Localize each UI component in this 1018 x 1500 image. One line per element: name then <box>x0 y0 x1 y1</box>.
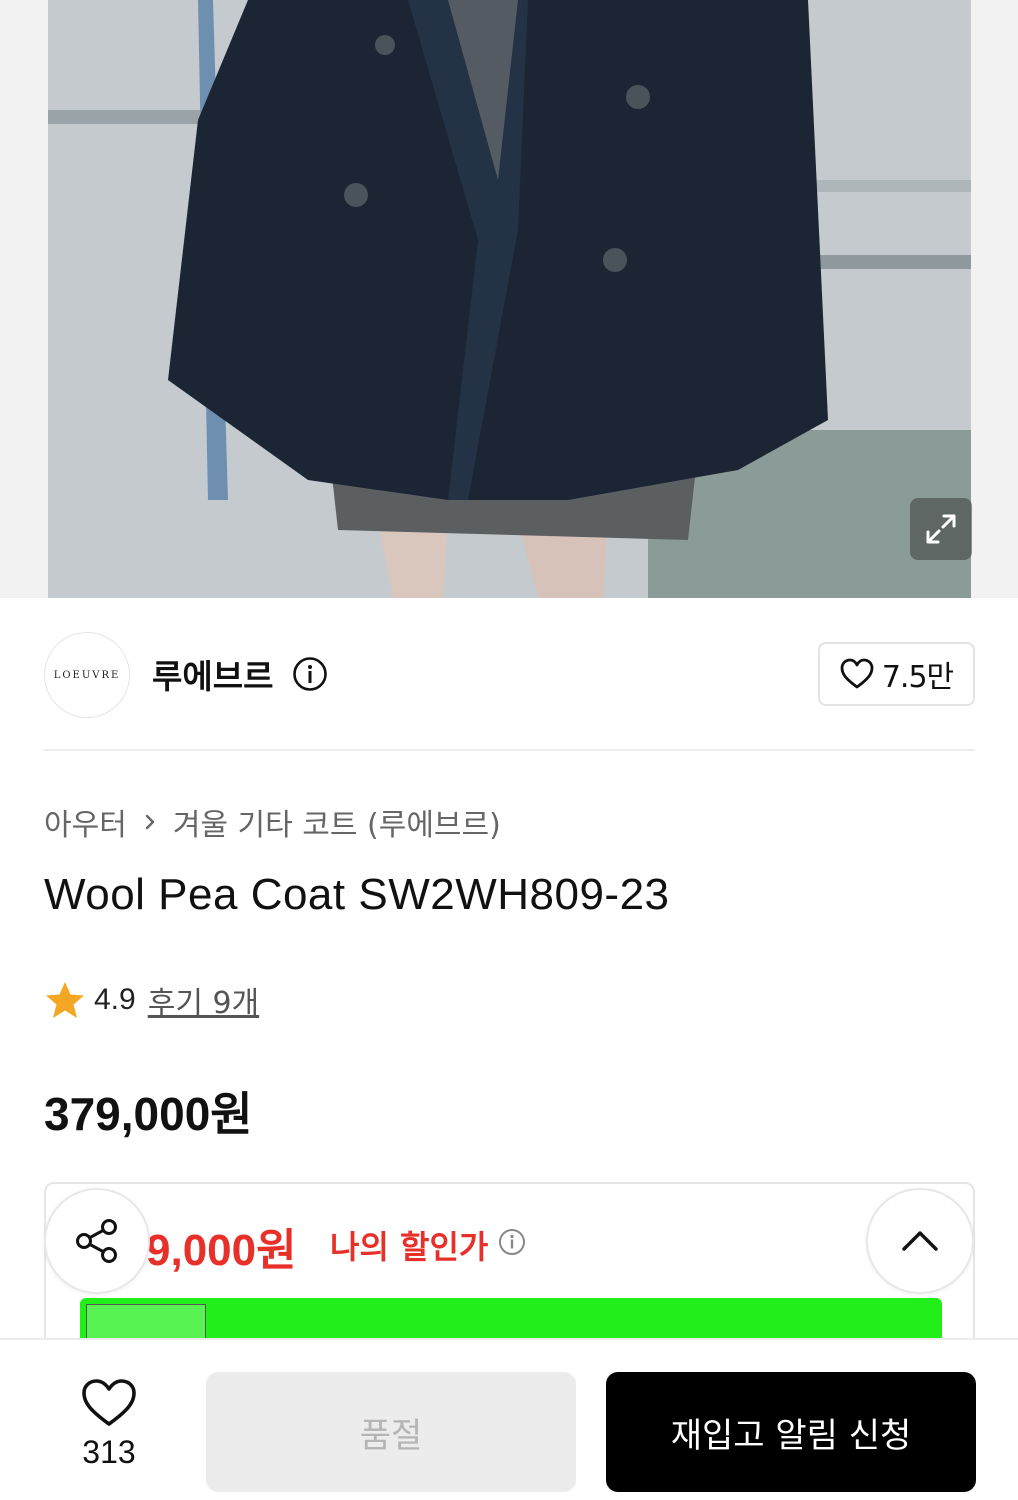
discount-label: 나의 할인가 <box>330 1228 489 1266</box>
share-button[interactable] <box>44 1188 150 1294</box>
brand-row: LOEUVRE 루에브르 7.5만 <box>44 630 975 718</box>
rating-value: 4.9 <box>94 983 136 1016</box>
coat-illustration <box>48 0 971 598</box>
expand-image-button[interactable] <box>910 498 972 560</box>
chevron-up-icon <box>902 1231 938 1251</box>
heart-icon <box>840 658 874 689</box>
product-price: 379,000원 <box>44 1088 253 1140</box>
rating-row: 4.9 후기 9개 <box>44 978 259 1022</box>
expand-icon <box>926 514 956 544</box>
review-link[interactable]: 후기 9개 <box>148 978 259 1022</box>
wishlist-button[interactable]: 313 <box>62 1378 156 1471</box>
share-icon <box>76 1219 117 1263</box>
wishlist-count: 313 <box>82 1434 136 1470</box>
chevron-right-icon <box>145 814 155 830</box>
brand-name[interactable]: 루에브르 <box>152 650 273 698</box>
product-photo[interactable] <box>48 0 971 598</box>
star-icon <box>46 982 84 1018</box>
breadcrumb-child[interactable]: 겨울 기타 코트 (루에브르) <box>173 800 501 844</box>
heart-icon <box>82 1379 136 1426</box>
scroll-top-button[interactable] <box>866 1188 974 1294</box>
brand-logo-text: LOEUVRE <box>53 669 121 681</box>
divider <box>44 749 975 751</box>
restock-alert-button[interactable]: 재입고 알림 신청 <box>606 1372 976 1492</box>
brand-like-count: 7.5만 <box>881 660 954 695</box>
product-title: Wool Pea Coat SW2WH809-23 <box>44 870 670 919</box>
soldout-button[interactable]: 품절 <box>206 1372 576 1492</box>
info-icon[interactable] <box>292 656 328 692</box>
brand-like-button[interactable]: 7.5만 <box>818 642 975 706</box>
bottom-action-bar: 313 품절 재입고 알림 신청 <box>0 1338 1018 1500</box>
breadcrumb: 아우터 겨울 기타 코트 (루에브르) <box>44 800 501 844</box>
product-image-area[interactable] <box>0 0 1018 598</box>
discount-price: 9,000원 <box>146 1226 297 1275</box>
info-icon[interactable] <box>498 1228 526 1256</box>
brand-logo[interactable]: LOEUVRE <box>44 632 130 718</box>
breadcrumb-parent[interactable]: 아우터 <box>44 800 127 844</box>
